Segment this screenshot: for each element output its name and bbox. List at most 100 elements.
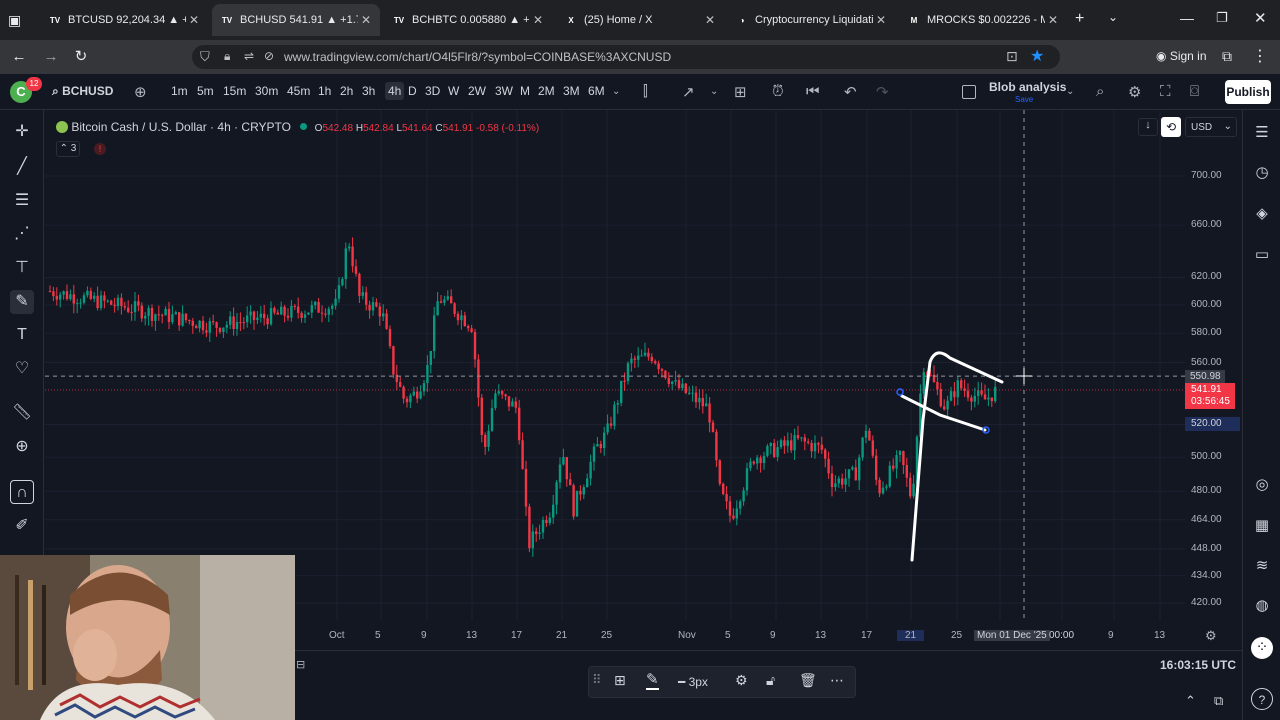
auto-scale-icon[interactable]: ⟲ bbox=[1161, 117, 1181, 137]
site-info-icon[interactable]: ⛉ bbox=[200, 49, 210, 65]
line-color-icon[interactable]: ✎ bbox=[646, 670, 659, 690]
feed-icon[interactable]: ≋ bbox=[1251, 555, 1273, 577]
close-tab-icon[interactable]: ✕ bbox=[530, 13, 546, 27]
layouts-grid-icon[interactable]: ⊞ bbox=[734, 83, 747, 101]
timeframe-button[interactable]: 1h bbox=[318, 84, 331, 98]
timeframe-button[interactable]: 2W bbox=[468, 84, 486, 98]
timeframe-button[interactable]: 2M bbox=[538, 84, 555, 98]
close-tab-icon[interactable]: ✕ bbox=[873, 13, 889, 27]
utc-clock[interactable]: 16:03:15 UTC bbox=[1160, 658, 1236, 672]
maximize-panel-icon[interactable]: ⧉ bbox=[1214, 693, 1223, 709]
indicators-icon[interactable]: ↗ bbox=[682, 83, 695, 101]
scroll-down-icon[interactable]: ↓ bbox=[1138, 118, 1158, 136]
settings-gear-icon[interactable]: ⚙ bbox=[1128, 83, 1141, 101]
template-icon[interactable]: ⊞ bbox=[614, 672, 626, 689]
browser-tab[interactable]: TV BCHBTC 0.005880 ▲ +0.82%✕ bbox=[384, 6, 552, 34]
publish-button[interactable]: Publish bbox=[1225, 80, 1271, 104]
layout-name[interactable]: Blob analysis bbox=[989, 80, 1066, 94]
timeframe-button[interactable]: 4h bbox=[385, 82, 405, 100]
text-tool-icon[interactable]: T bbox=[10, 323, 34, 347]
close-tab-icon[interactable]: ✕ bbox=[358, 13, 374, 27]
close-window-icon[interactable]: ✕ bbox=[1254, 9, 1267, 27]
compare-add-icon[interactable]: ⊕ bbox=[134, 83, 147, 101]
snapshot-camera-icon[interactable]: ⌼ bbox=[1190, 83, 1199, 100]
timeframe-button[interactable]: 15m bbox=[223, 84, 246, 98]
indicators-dropdown-icon[interactable]: ⌄ bbox=[710, 86, 718, 97]
back-icon[interactable]: ← bbox=[10, 48, 28, 66]
restore-icon[interactable]: ❐ bbox=[1216, 10, 1228, 26]
timeframe-dropdown-icon[interactable]: ⌄ bbox=[612, 86, 620, 97]
help-icon[interactable]: ? bbox=[1251, 688, 1273, 710]
target-icon[interactable]: ◎ bbox=[1251, 474, 1273, 496]
install-app-icon[interactable]: ⊡ bbox=[1006, 48, 1018, 65]
fib-icon[interactable]: ☰ bbox=[10, 189, 34, 213]
date-range-icon[interactable]: ⊟ bbox=[296, 658, 305, 671]
watchlist-icon[interactable]: ☰ bbox=[1251, 122, 1273, 144]
indicators-collapse-button[interactable]: ⌃ 3 bbox=[56, 141, 80, 157]
magnet-icon[interactable]: ∩ bbox=[10, 480, 34, 504]
heart-icon[interactable]: ♡ bbox=[10, 357, 34, 381]
browser-menu-icon[interactable]: ⋮ bbox=[1252, 46, 1268, 66]
ruler-icon[interactable]: 📏︎ bbox=[10, 401, 34, 425]
timeframe-button[interactable]: 3D bbox=[425, 84, 440, 98]
alerts-clock-icon[interactable]: ◷ bbox=[1251, 162, 1273, 184]
delete-drawing-icon[interactable]: 🗑︎ bbox=[799, 672, 817, 689]
drag-handle-icon[interactable]: ⠿ bbox=[592, 672, 602, 688]
timeframe-button[interactable]: 3h bbox=[362, 84, 375, 98]
timeframe-button[interactable]: 45m bbox=[287, 84, 310, 98]
fullscreen-icon[interactable]: ⛶ bbox=[1160, 83, 1171, 100]
timeframe-button[interactable]: 5m bbox=[197, 84, 214, 98]
new-tab-icon[interactable]: + bbox=[1075, 10, 1084, 28]
sign-in-button[interactable]: ◉ Sign in bbox=[1156, 49, 1207, 63]
trendline-icon[interactable]: ╱ bbox=[10, 155, 34, 179]
collapse-panel-icon[interactable]: ⌃ bbox=[1185, 693, 1196, 709]
lock-drawing-icon[interactable]: ✐ bbox=[10, 514, 34, 538]
calendar-icon[interactable]: ▦ bbox=[1251, 515, 1273, 537]
close-tab-icon[interactable]: ✕ bbox=[186, 13, 202, 27]
redo-icon[interactable]: ↷ bbox=[876, 83, 889, 101]
layout-dropdown-icon[interactable]: ⌄ bbox=[1066, 86, 1074, 97]
browser-tab[interactable]: ◑ Cryptocurrency Liquidation ✕ bbox=[727, 6, 895, 34]
layout-checkbox-icon[interactable] bbox=[962, 85, 976, 99]
extensions-icon[interactable]: ⧉ bbox=[1222, 48, 1232, 65]
prediction-icon[interactable]: ⊤ bbox=[10, 256, 34, 280]
data-error-icon[interactable]: ! bbox=[94, 143, 106, 155]
browser-tab[interactable]: TV BTCUSD 92,204.34 ▲ +0.96%✕ bbox=[40, 6, 208, 34]
reload-icon[interactable]: ↻ bbox=[72, 48, 90, 66]
chat-icon[interactable]: ▭ bbox=[1251, 244, 1273, 266]
timeframe-button[interactable]: 3W bbox=[495, 84, 513, 98]
timeframe-button[interactable]: 1m bbox=[171, 84, 188, 98]
browser-tab[interactable]: M MROCKS $0.002226 - Moon✕ bbox=[899, 6, 1067, 34]
drawing-lock-icon[interactable]: 🔓︎ bbox=[766, 672, 775, 689]
layout-save-label[interactable]: Save bbox=[1015, 95, 1033, 104]
timeframe-button[interactable]: 3M bbox=[563, 84, 580, 98]
currency-select[interactable]: USD ⌄ bbox=[1185, 117, 1237, 137]
broadcast-icon[interactable]: ◍ bbox=[1251, 595, 1273, 617]
timeframe-button[interactable]: 30m bbox=[255, 84, 278, 98]
bookmark-star-icon[interactable]: ★ bbox=[1030, 46, 1044, 66]
line-width-button[interactable]: ━ 3px bbox=[678, 675, 708, 689]
crosshair-icon[interactable]: ✛ bbox=[10, 120, 34, 144]
browser-tab[interactable]: TV BCHUSD 541.91 ▲ +1.72%✕ bbox=[212, 4, 380, 36]
timeframe-button[interactable]: D bbox=[408, 84, 417, 98]
timeframe-button[interactable]: W bbox=[448, 84, 459, 98]
browser-tab[interactable]: X (25) Home / X ✕ bbox=[556, 6, 724, 34]
url-field[interactable]: ⛉ 🔒︎ ⇌ ⊘ www.tradingview.com/chart/O4l5F… bbox=[192, 45, 1060, 69]
time-axis-settings-icon[interactable]: ⚙ bbox=[1205, 628, 1217, 644]
alert-icon[interactable]: ⏰︎ bbox=[772, 83, 784, 100]
replay-icon[interactable]: ⏮ bbox=[806, 83, 820, 100]
drawing-settings-icon[interactable]: ⚙ bbox=[735, 672, 748, 689]
undo-icon[interactable]: ↶ bbox=[844, 83, 857, 101]
tab-search-icon[interactable]: ▣ bbox=[8, 12, 21, 29]
minimize-icon[interactable]: — bbox=[1180, 10, 1194, 26]
candle-type-icon[interactable]: ⫿ bbox=[643, 83, 648, 100]
close-tab-icon[interactable]: ✕ bbox=[1045, 13, 1061, 27]
timeframe-button[interactable]: 6M bbox=[588, 84, 605, 98]
timeframe-button[interactable]: M bbox=[520, 84, 530, 98]
tab-list-icon[interactable]: ⌄ bbox=[1108, 10, 1118, 24]
patterns-icon[interactable]: ⋰ bbox=[10, 222, 34, 246]
timeframe-button[interactable]: 2h bbox=[340, 84, 353, 98]
apps-icon[interactable]: ⁘ bbox=[1251, 637, 1273, 659]
zoom-icon[interactable]: ⊕ bbox=[10, 435, 34, 459]
layers-icon[interactable]: ◈ bbox=[1251, 203, 1273, 225]
